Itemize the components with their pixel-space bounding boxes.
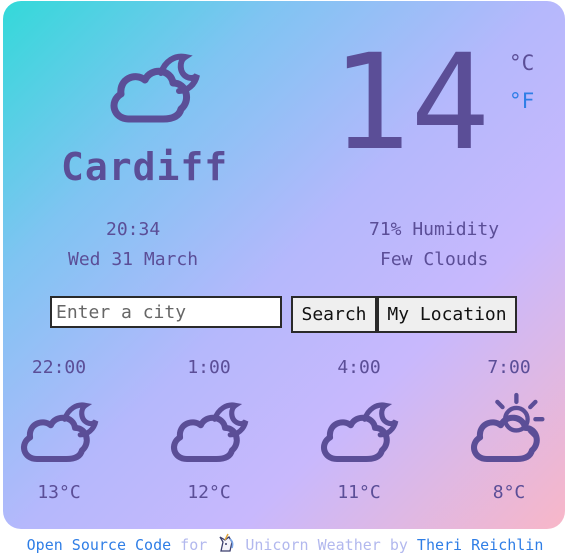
night-cloud-icon xyxy=(311,381,401,473)
celsius-toggle[interactable]: °C xyxy=(509,51,534,75)
weather-description: Few Clouds xyxy=(380,249,489,270)
night-cloud-icon xyxy=(161,381,251,473)
city-name: Cardiff xyxy=(61,145,229,189)
forecast-temperature: 11°C xyxy=(337,482,381,503)
my-location-button[interactable]: My Location xyxy=(377,296,517,333)
fahrenheit-toggle[interactable]: °F xyxy=(509,89,534,113)
footer-for-text: for xyxy=(180,536,208,554)
forecast-time: 22:00 xyxy=(31,357,87,378)
forecast-time: 1:00 xyxy=(187,357,231,378)
forecast-temperature: 13°C xyxy=(37,482,81,503)
night-cloud-icon xyxy=(99,37,203,127)
night-cloud-icon xyxy=(11,381,101,473)
forecast-temperature: 8°C xyxy=(492,482,526,503)
unicorn-icon xyxy=(219,533,234,552)
sun-cloud-icon xyxy=(461,392,545,473)
search-button[interactable]: Search xyxy=(291,296,377,333)
forecast-time: 7:00 xyxy=(487,357,531,378)
humidity: 71% Humidity xyxy=(369,219,500,240)
open-source-link[interactable]: Open Source Code xyxy=(27,536,172,554)
current-temperature: 14 xyxy=(331,26,490,180)
author-link[interactable]: Theri Reichlin xyxy=(417,536,543,554)
app-name-text: Unicorn Weather xyxy=(245,536,381,554)
local-date: Wed 31 March xyxy=(68,249,199,270)
footer: Open Source Code for Unicorn Weather by … xyxy=(0,533,570,554)
forecast-time: 4:00 xyxy=(337,357,381,378)
city-search-input[interactable] xyxy=(50,296,282,328)
footer-by-text: by xyxy=(389,536,408,554)
local-time: 20:34 xyxy=(106,219,161,240)
forecast-temperature: 12°C xyxy=(187,482,231,503)
weather-card: Cardiff 14 °C °F 20:34 Wed 31 March 71% … xyxy=(3,1,565,529)
